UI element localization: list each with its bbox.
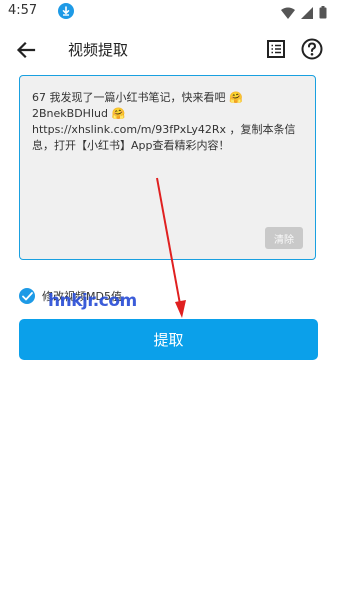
extract-button[interactable]: 提取 [19,319,318,360]
back-arrow-icon [16,41,36,59]
signal-icon [301,4,313,23]
share-text: 67 我发现了一篇小红书笔记，快来看吧 🤗 2BnekBDHlud 🤗 http… [32,90,304,154]
share-text-line: 67 我发现了一篇小红书笔记，快来看吧 🤗 [32,91,243,104]
status-bar: 4:57 [0,0,337,24]
back-button[interactable] [14,38,38,62]
app-bar: 视频提取 [0,30,337,70]
download-arrow-icon [58,3,74,19]
share-text-line: 2BnekBDHlud 🤗 [32,107,126,120]
modify-md5-checkbox[interactable] [19,288,35,304]
list-icon [267,40,285,58]
watermark: hnkjr.com [48,291,137,311]
checkmark-icon [21,291,33,300]
page-title: 视频提取 [68,41,129,59]
status-time: 4:57 [8,3,38,18]
battery-icon [319,4,327,23]
wifi-icon [281,4,295,23]
clear-button[interactable]: 清除 [265,227,303,249]
help-button[interactable] [300,37,324,61]
help-icon [301,38,323,60]
list-button[interactable] [265,38,287,60]
share-text-line: https://xhslink.com/m/93fPxLy42Rx ，复制本条信… [32,123,296,152]
share-link-input[interactable]: 67 我发现了一篇小红书笔记，快来看吧 🤗 2BnekBDHlud 🤗 http… [19,75,316,260]
